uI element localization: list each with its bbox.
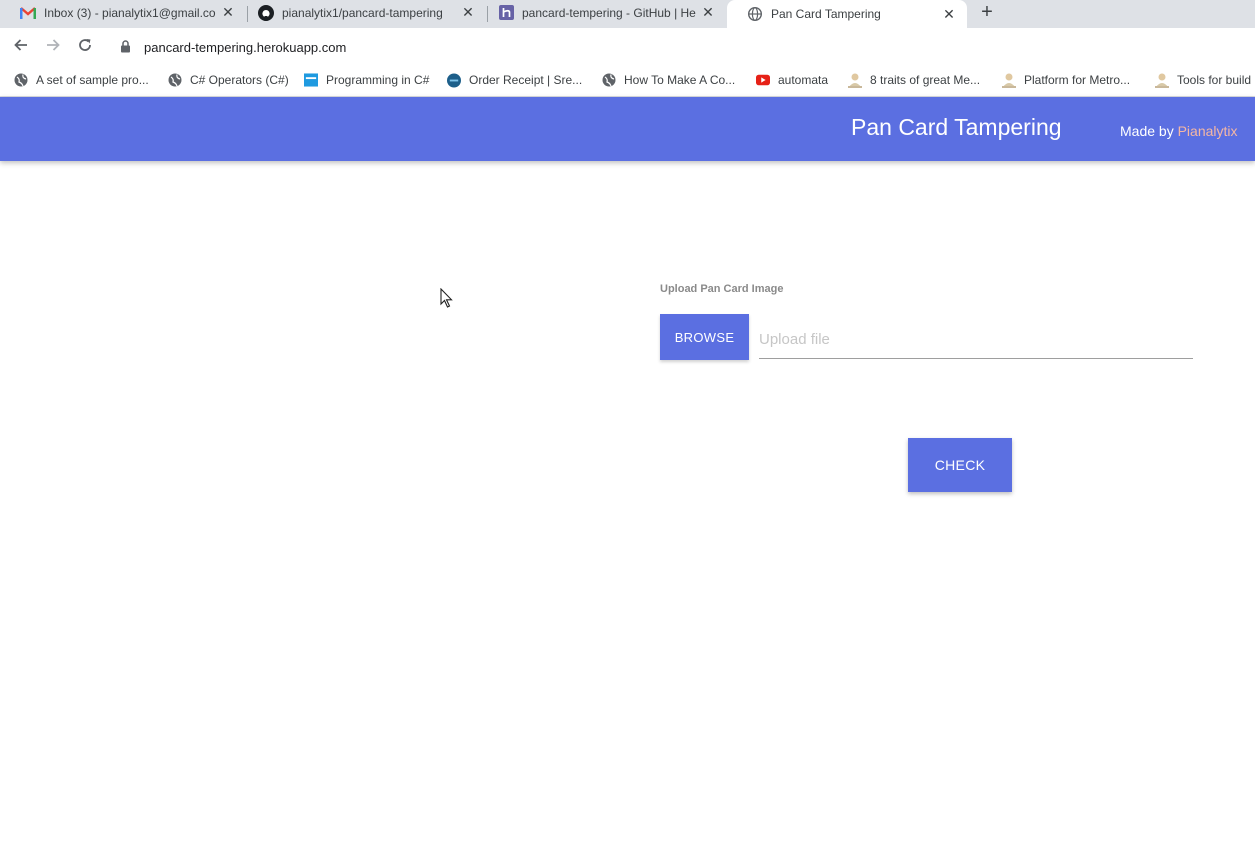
upload-label: Upload Pan Card Image — [660, 283, 784, 295]
bookmark-item[interactable]: Order Receipt | Sre... — [447, 71, 582, 89]
person-icon — [1002, 73, 1016, 88]
youtube-icon — [756, 73, 770, 87]
tab-gmail[interactable]: Inbox (3) - pianalytix1@gmail.co ✕ — [0, 0, 246, 25]
file-path-input[interactable] — [759, 320, 1193, 359]
address-bar[interactable]: pancard-tempering.herokuapp.com — [108, 33, 1255, 61]
tab-title: pianalytix1/pancard-tampering — [282, 5, 443, 20]
github-icon — [258, 4, 274, 21]
new-tab-button[interactable]: + — [976, 2, 998, 24]
mouse-pointer-icon — [440, 287, 454, 308]
tab-github[interactable]: pianalytix1/pancard-tampering ✕ — [238, 0, 486, 25]
made-by-prefix: Made by — [1120, 123, 1178, 139]
lock-icon — [120, 40, 134, 54]
bookmark-label: Programming in C# — [326, 73, 430, 87]
browse-button[interactable]: BROWSE — [660, 314, 749, 360]
forward-arrow-icon[interactable] — [44, 37, 62, 55]
gmail-icon — [20, 5, 36, 21]
page-title: Pan Card Tampering — [851, 114, 1062, 140]
tab-pan-card-tampering[interactable]: Pan Card Tampering ✕ — [727, 0, 967, 28]
check-button[interactable]: CHECK — [908, 438, 1012, 492]
bookmark-item[interactable]: Programming in C# — [304, 71, 429, 89]
globe-icon — [14, 73, 28, 87]
back-arrow-icon[interactable] — [12, 37, 30, 55]
bookmark-label: automata — [778, 73, 829, 87]
browser-tab-strip: Inbox (3) - pianalytix1@gmail.co ✕ piana… — [0, 0, 1255, 28]
url-text: pancard-tempering.herokuapp.com — [144, 39, 347, 55]
close-icon[interactable]: ✕ — [700, 4, 716, 21]
close-icon[interactable]: ✕ — [460, 4, 476, 21]
app-header: Pan Card Tampering Made by Pianalytix — [0, 97, 1255, 161]
blue-circle-icon — [447, 73, 461, 87]
bookmark-item[interactable]: 8 traits of great Me... — [848, 71, 980, 89]
bookmarks-bar: A set of sample pro... C# Operators (C#)… — [0, 64, 1255, 97]
bookmark-label: Tools for build — [1177, 73, 1252, 87]
bookmark-item[interactable]: How To Make A Co... — [602, 71, 735, 89]
bookmark-label: A set of sample pro... — [36, 73, 149, 87]
person-icon — [1155, 73, 1169, 88]
globe-icon — [602, 73, 616, 87]
bookmark-label: Order Receipt | Sre... — [469, 73, 583, 87]
tab-title: Inbox (3) - pianalytix1@gmail.co — [44, 5, 216, 20]
globe-icon — [168, 73, 182, 87]
tab-heroku[interactable]: pancard-tempering - GitHub | He ✕ — [478, 0, 726, 25]
blue-square-icon — [304, 73, 318, 87]
person-icon — [848, 73, 862, 88]
bookmark-item[interactable]: C# Operators (C#) — [168, 71, 289, 89]
bookmark-label: How To Make A Co... — [624, 73, 736, 87]
bookmark-label: Platform for Metro... — [1024, 73, 1131, 87]
close-icon[interactable]: ✕ — [941, 6, 957, 23]
reload-icon[interactable] — [76, 37, 94, 55]
tab-title: pancard-tempering - GitHub | He — [522, 5, 696, 20]
close-icon[interactable]: ✕ — [220, 4, 236, 21]
bookmark-label: C# Operators (C#) — [190, 73, 289, 87]
tab-title: Pan Card Tampering — [771, 7, 881, 21]
bookmark-label: 8 traits of great Me... — [870, 73, 981, 87]
heroku-icon — [498, 5, 514, 21]
browser-toolbar: pancard-tempering.herokuapp.com — [0, 28, 1255, 64]
bookmark-item[interactable]: Platform for Metro... — [1002, 71, 1130, 89]
globe-icon — [747, 6, 763, 22]
author-link[interactable]: Pianalytix — [1178, 123, 1238, 139]
made-by-credit: Made by Pianalytix — [1120, 123, 1238, 139]
bookmark-item[interactable]: A set of sample pro... — [14, 71, 149, 89]
bookmark-item[interactable]: Tools for build — [1155, 71, 1251, 89]
bookmark-item[interactable]: automata — [756, 71, 828, 89]
